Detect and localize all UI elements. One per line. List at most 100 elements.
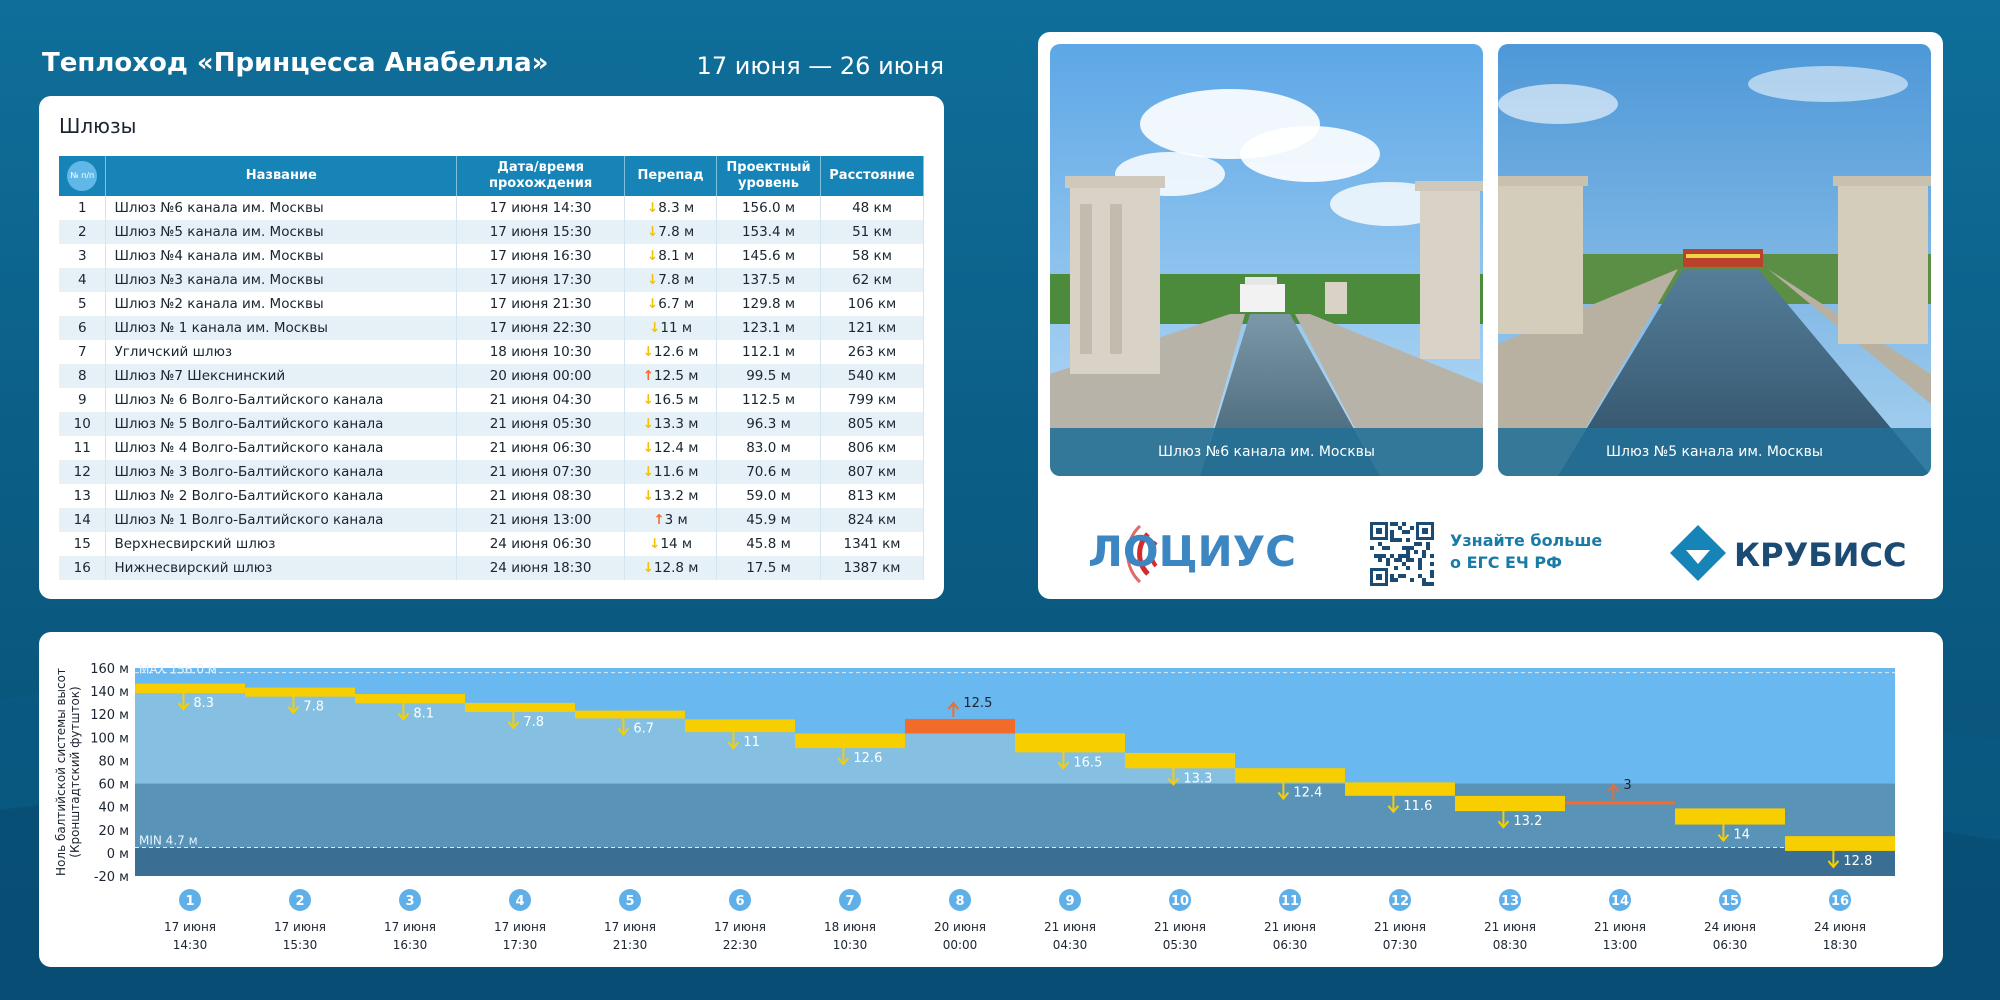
- step-bar: [355, 694, 465, 704]
- step-area: [575, 710, 685, 784]
- cell-level: 83.0 м: [716, 436, 821, 460]
- step-date: 18 июня: [824, 920, 876, 934]
- cell-drop: ↓7.8 м: [624, 220, 718, 244]
- cell-name: Шлюз №5 канала им. Москвы: [105, 220, 458, 244]
- step-drop-label: 8.1: [413, 706, 434, 721]
- cell-datetime: 17 июня 22:30: [456, 316, 626, 340]
- cell-num: 11: [59, 436, 107, 460]
- step-number: 2: [295, 894, 304, 909]
- locks-title: Шлюзы: [59, 114, 137, 138]
- step-drop-label: 16.5: [1073, 755, 1102, 770]
- cell-distance: 1387 км: [820, 556, 925, 580]
- drop-value: 14 м: [660, 536, 693, 552]
- y-tick-label: 140 м: [90, 685, 129, 700]
- arrow-up-icon: ↑: [642, 368, 654, 384]
- step-number: 3: [405, 894, 414, 909]
- cell-num: 13: [59, 484, 107, 508]
- drop-value: 6.7 м: [658, 296, 695, 312]
- locks-card: Шлюзы № п/п Название Дата/время прохожде…: [39, 96, 944, 599]
- cell-num: 4: [59, 268, 107, 292]
- cell-datetime: 24 июня 18:30: [456, 556, 626, 580]
- step-number: 15: [1721, 894, 1739, 909]
- drop-value: 8.1 м: [658, 248, 695, 264]
- chart-lower-band: [135, 783, 1895, 848]
- qr-caption[interactable]: Узнайте больше о ЕГС ЕЧ РФ: [1450, 530, 1602, 574]
- cell-name: Шлюз № 4 Волго-Балтийского канала: [105, 436, 458, 460]
- step-area: [465, 702, 575, 784]
- drop-value: 11.6 м: [653, 464, 699, 480]
- cell-name: Нижнесвирский шлюз: [105, 556, 458, 580]
- cell-distance: 121 км: [820, 316, 925, 340]
- cell-drop: ↓12.8 м: [624, 556, 718, 580]
- step-number: 7: [845, 894, 854, 909]
- table-row: 13 Шлюз № 2 Волго-Балтийского канала 21 ию…: [59, 484, 925, 508]
- cell-datetime: 17 июня 16:30: [456, 244, 626, 268]
- table-row: 2 Шлюз №5 канала им. Москвы 17 июня 15:30 ↓…: [59, 220, 925, 244]
- page-title: Теплоход «Принцесса Анабелла»: [42, 48, 549, 78]
- step-number: 14: [1611, 894, 1629, 909]
- arrow-down-icon: ↓: [642, 488, 654, 504]
- cell-name: Шлюз №4 канала им. Москвы: [105, 244, 458, 268]
- cell-level: 96.3 м: [716, 412, 821, 436]
- arrow-down-icon: ↓: [642, 416, 654, 432]
- step-date: 21 июня: [1264, 920, 1316, 934]
- step-number: 12: [1391, 894, 1409, 909]
- drop-value: 11 м: [660, 320, 693, 336]
- lock-photo-1: Шлюз №6 канала им. Москвы: [1050, 44, 1483, 476]
- y-tick-label: -20 м: [94, 870, 129, 885]
- cell-level: 112.1 м: [716, 340, 821, 364]
- step-date: 17 июня: [274, 920, 326, 934]
- col-header-distance: Расстояние: [820, 156, 925, 196]
- cell-num: 12: [59, 460, 107, 484]
- cell-drop: ↓11 м: [624, 316, 718, 340]
- cell-drop: ↓12.6 м: [624, 340, 718, 364]
- cell-name: Угличский шлюз: [105, 340, 458, 364]
- cell-drop: ↓11.6 м: [624, 460, 718, 484]
- lock-photo-image: [1498, 44, 1931, 476]
- cell-datetime: 17 июня 17:30: [456, 268, 626, 292]
- page-header: Теплоход «Принцесса Анабелла» 17 июня — …: [42, 44, 944, 84]
- cell-name: Шлюз № 5 Волго-Балтийского канала: [105, 412, 458, 436]
- arrow-down-icon: ↓: [642, 344, 654, 360]
- cell-level: 17.5 м: [716, 556, 821, 580]
- cell-level: 145.6 м: [716, 244, 821, 268]
- step-bar: [1455, 795, 1565, 812]
- table-row: 5 Шлюз №2 канала им. Москвы 17 июня 21:30 ↓…: [59, 292, 925, 316]
- table-header-row: № п/п Название Дата/время прохождения Пе…: [59, 156, 925, 196]
- col-header-level: Проектный уровень: [716, 156, 821, 196]
- table-row: 4 Шлюз №3 канала им. Москвы 17 июня 17:30 ↓…: [59, 268, 925, 292]
- drop-value: 12.8 м: [653, 560, 699, 576]
- col-header-name: Название: [105, 156, 458, 196]
- step-date: 17 июня: [164, 920, 216, 934]
- table-row: 12 Шлюз № 3 Волго-Балтийского канала 21 ию…: [59, 460, 925, 484]
- cell-distance: 48 км: [820, 196, 925, 220]
- lotsius-logo[interactable]: ЛОЦИУС: [1088, 504, 1298, 594]
- qr-code-icon[interactable]: [1370, 522, 1434, 586]
- lock-photo-2: Шлюз №5 канала им. Москвы: [1498, 44, 1931, 476]
- step-number: 9: [1065, 894, 1074, 909]
- y-tick-label: 120 м: [90, 708, 129, 723]
- step-time: 21:30: [613, 938, 648, 952]
- step-time: 16:30: [393, 938, 428, 952]
- cell-num: 9: [59, 388, 107, 412]
- step-time: 00:00: [943, 938, 978, 952]
- cell-datetime: 21 июня 13:00: [456, 508, 626, 532]
- arrow-down-icon: ↓: [646, 248, 659, 264]
- cell-datetime: 21 июня 06:30: [456, 436, 626, 460]
- step-date: 20 июня: [934, 920, 986, 934]
- cell-level: 59.0 м: [716, 484, 821, 508]
- step-number: 8: [955, 894, 964, 909]
- cell-name: Верхнесвирский шлюз: [105, 532, 458, 556]
- step-date: 17 июня: [494, 920, 546, 934]
- step-area: [135, 683, 245, 784]
- step-bar: [685, 719, 795, 733]
- step-area: [905, 733, 1015, 784]
- krubiss-logo[interactable]: КРУБИСС: [1668, 520, 1908, 590]
- cell-distance: 806 км: [820, 436, 925, 460]
- table-row: 7 Угличский шлюз 18 июня 10:30 ↓12.6 м 112.1…: [59, 340, 925, 364]
- step-time: 14:30: [173, 938, 208, 952]
- step-date: 21 июня: [1484, 920, 1536, 934]
- cell-level: 70.6 м: [716, 460, 821, 484]
- max-label: MAX 156.0 м: [139, 663, 217, 677]
- cell-name: Шлюз №6 канала им. Москвы: [105, 196, 458, 220]
